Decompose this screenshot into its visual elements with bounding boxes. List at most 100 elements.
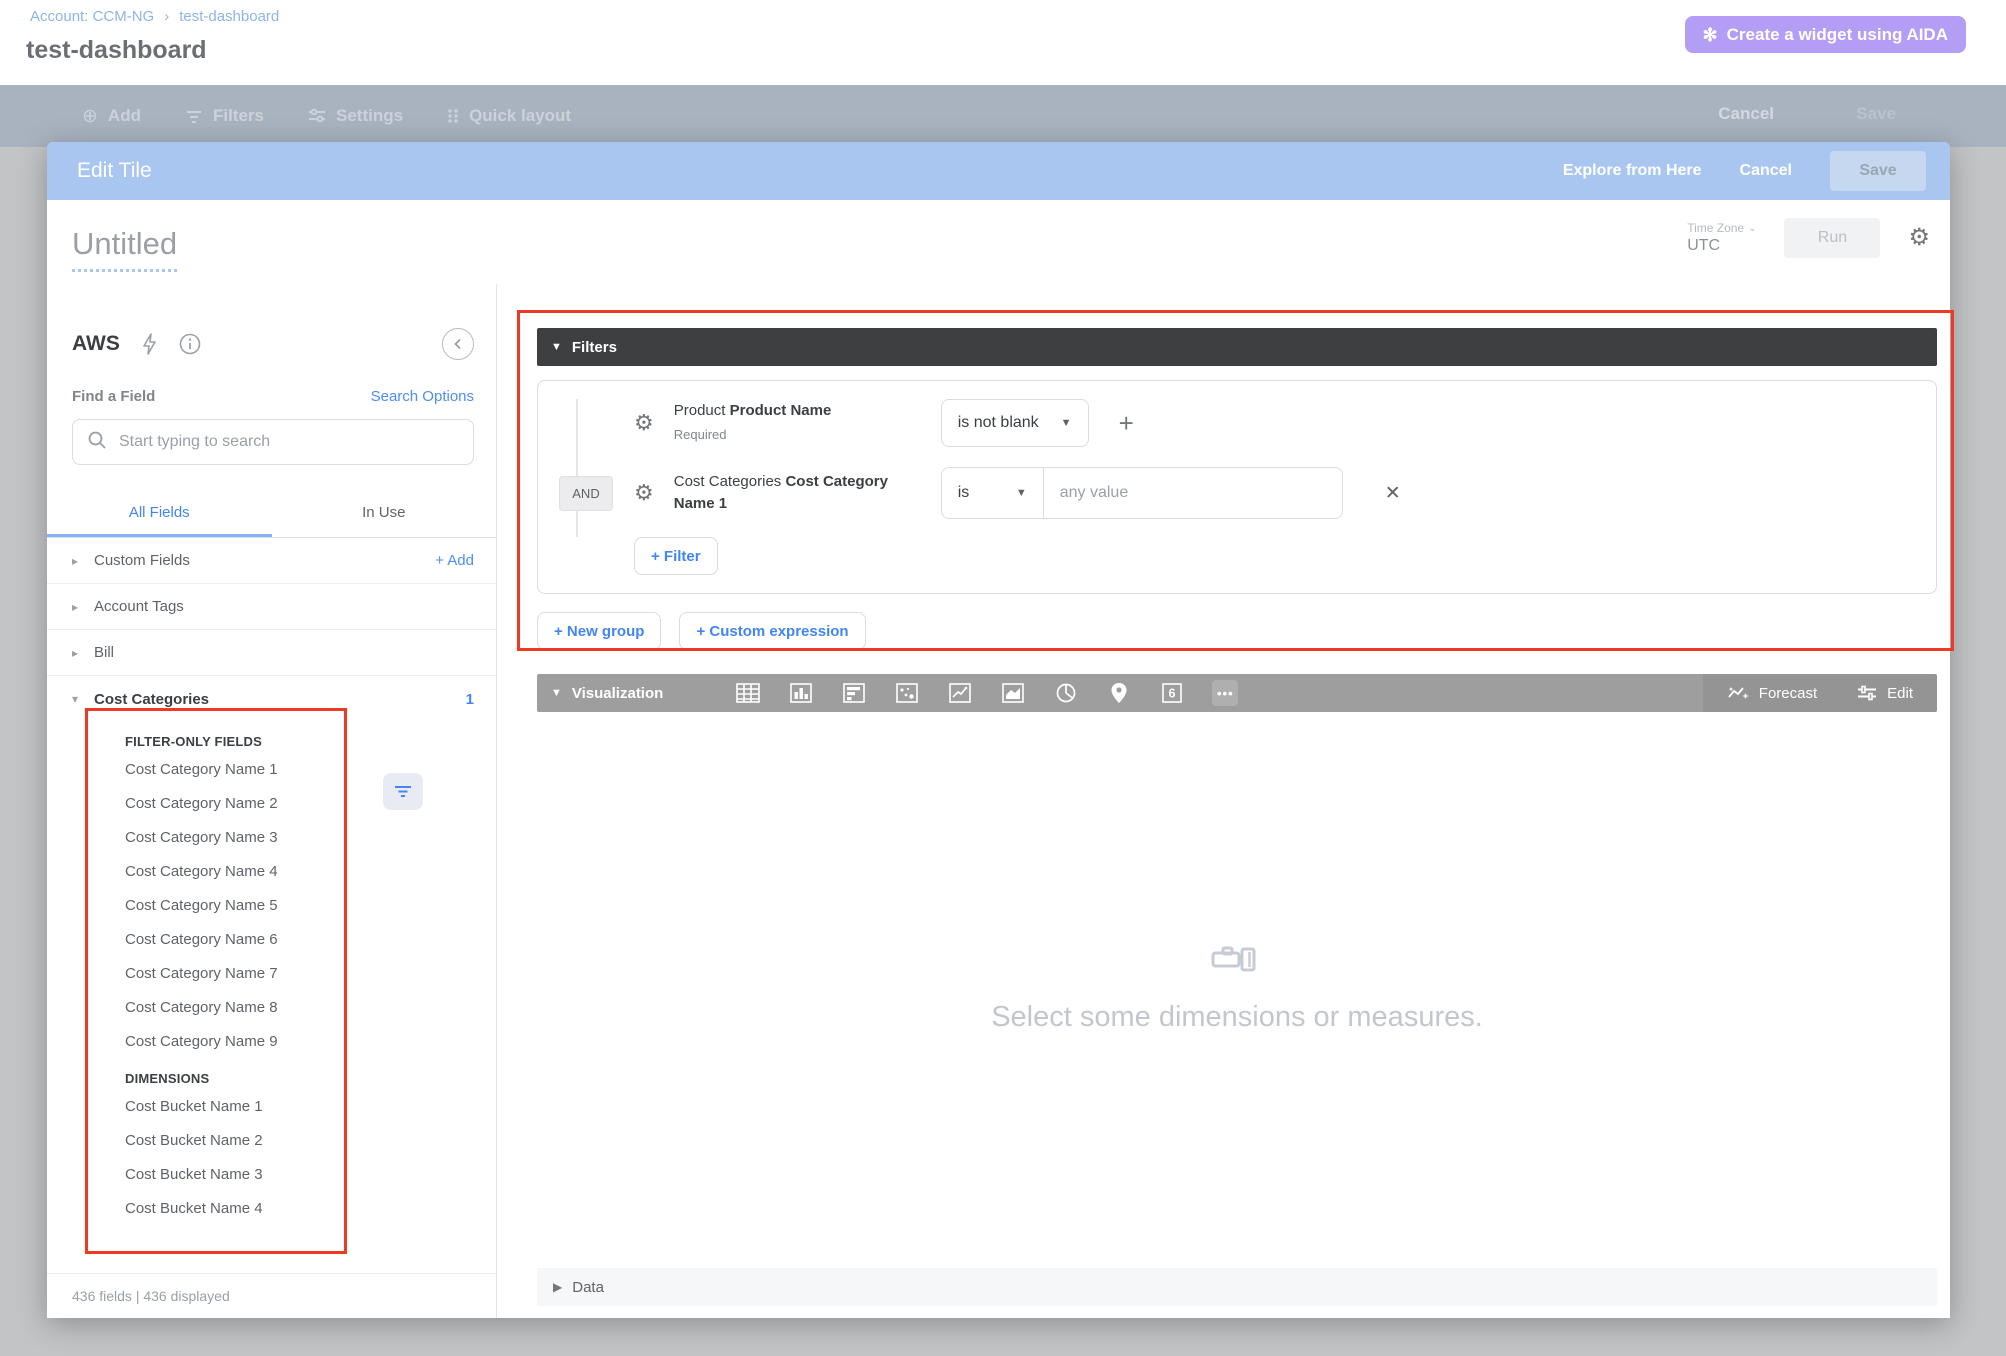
sidebar-section-bill[interactable]: ▸ Bill — [47, 630, 496, 676]
explore-title: AWS — [72, 332, 120, 356]
chevron-down-icon: ▾ — [72, 692, 94, 706]
empty-state-text: Select some dimensions or measures. — [991, 1001, 1483, 1034]
more-icon[interactable]: ••• — [1212, 680, 1238, 706]
visualization-section-header[interactable]: ▼ Visualization — [537, 674, 1937, 712]
filter-settings-gear-icon[interactable]: ⚙ — [634, 482, 654, 504]
chevron-right-icon: ▶ — [553, 1280, 562, 1294]
edit-visualization-button[interactable]: Edit — [1857, 685, 1913, 702]
chevron-right-icon: ▸ — [72, 600, 94, 614]
forecast-sparkle-icon — [1727, 685, 1749, 701]
svg-text:6: 6 — [1169, 687, 1176, 701]
create-widget-aida-button[interactable]: ✻ Create a widget using AIDA — [1685, 16, 1966, 53]
scatter-plot-icon[interactable] — [894, 680, 920, 706]
custom-expression-button[interactable]: + Custom expression — [679, 612, 865, 650]
table-icon[interactable] — [735, 680, 761, 706]
collapse-panel-icon[interactable] — [442, 328, 474, 360]
toolbar-quick-layout-button: Quick layout — [447, 106, 571, 126]
map-pin-icon[interactable] — [1106, 680, 1132, 706]
page-title: test-dashboard — [26, 36, 207, 65]
field-item[interactable]: Cost Category Name 8 — [125, 991, 496, 1025]
filters-section-header[interactable]: ▼ Filters — [537, 328, 1937, 366]
logic-and-badge[interactable]: AND — [559, 476, 612, 511]
field-item[interactable]: Cost Category Name 7 — [125, 957, 496, 991]
field-count-status: 436 fields | 436 displayed — [47, 1273, 496, 1318]
modal-cancel-button[interactable]: Cancel — [1740, 162, 1792, 180]
tile-name-input[interactable]: Untitled — [72, 226, 177, 272]
dimensions-header: DIMENSIONS — [125, 1071, 496, 1086]
single-value-icon[interactable]: 6 — [1159, 680, 1185, 706]
toolbar-filters-button: Filters — [185, 106, 264, 126]
field-filter-active-badge[interactable] — [383, 773, 423, 810]
sidebar-tabs: All Fields In Use — [47, 491, 496, 538]
forecast-button[interactable]: Forecast — [1727, 685, 1817, 702]
run-button[interactable]: Run — [1784, 218, 1880, 258]
drag-grid-icon — [447, 108, 459, 124]
filter-only-fields-header: FILTER-ONLY FIELDS — [125, 734, 496, 749]
app-root: Account: CCM-NG › test-dashboard test-da… — [0, 0, 2006, 1356]
lightning-bolt-icon — [142, 333, 157, 355]
page-header: Account: CCM-NG › test-dashboard test-da… — [0, 0, 2006, 85]
timezone-label: Time Zone — [1687, 221, 1744, 235]
sidebar-section-custom-fields[interactable]: ▸ Custom Fields + Add — [47, 538, 496, 584]
settings-gear-icon[interactable]: ⚙ — [1908, 226, 1930, 250]
add-filter-value-button[interactable]: + — [1119, 408, 1134, 439]
tab-in-use[interactable]: In Use — [272, 491, 497, 537]
chevron-right-icon: ▸ — [72, 554, 94, 568]
toolbar-settings-button: Settings — [308, 106, 403, 126]
field-item[interactable]: Cost Category Name 4 — [125, 855, 496, 889]
search-options-link[interactable]: Search Options — [371, 388, 474, 405]
filter-operator-select[interactable]: is ▼ — [942, 468, 1044, 518]
field-item[interactable]: Cost Category Name 9 — [125, 1025, 496, 1059]
filter-value-input[interactable] — [1044, 468, 1342, 518]
field-search-box[interactable] — [72, 419, 474, 465]
new-group-button[interactable]: + New group — [537, 612, 661, 650]
add-filter-button[interactable]: + Filter — [634, 537, 718, 575]
info-icon[interactable] — [179, 333, 201, 355]
modal-save-button[interactable]: Save — [1830, 151, 1926, 191]
tune-icon — [1857, 685, 1877, 701]
tab-all-fields[interactable]: All Fields — [47, 491, 272, 537]
chevron-down-icon: ⌄ — [1748, 223, 1756, 234]
tile-editor-main: ▼ Filters ⚙ Product Product Name R — [497, 284, 1950, 1318]
breadcrumb-account-link[interactable]: Account: CCM-NG — [30, 8, 154, 25]
filter-settings-gear-icon[interactable]: ⚙ — [634, 412, 654, 434]
field-item[interactable]: Cost Category Name 3 — [125, 821, 496, 855]
filter-operator-select[interactable]: is not blank ▼ — [941, 399, 1089, 447]
aida-button-label: Create a widget using AIDA — [1727, 25, 1948, 45]
field-item[interactable]: Cost Category Name 1 — [125, 753, 496, 787]
field-item[interactable]: Cost Bucket Name 2 — [125, 1124, 496, 1158]
field-search-input[interactable] — [119, 433, 459, 451]
horizontal-bar-chart-icon[interactable] — [841, 680, 867, 706]
breadcrumb-current-link[interactable]: test-dashboard — [179, 8, 279, 25]
field-item[interactable]: Cost Category Name 2 — [125, 787, 496, 821]
toolbar-add-button: ⊕ Add — [82, 105, 141, 128]
search-icon — [87, 430, 107, 455]
line-chart-icon[interactable] — [947, 680, 973, 706]
column-chart-icon[interactable] — [788, 680, 814, 706]
sidebar-section-cost-categories[interactable]: ▾ Cost Categories 1 — [47, 676, 496, 722]
dashboard-cancel-button-dimmed: Cancel — [1718, 104, 1774, 124]
field-item[interactable]: Cost Bucket Name 1 — [125, 1090, 496, 1124]
data-section-header[interactable]: ▶ Data — [537, 1268, 1937, 1306]
chevron-down-icon: ▼ — [1061, 417, 1072, 429]
field-item[interactable]: Cost Bucket Name 3 — [125, 1158, 496, 1192]
area-chart-icon[interactable] — [1000, 680, 1026, 706]
field-item[interactable]: Cost Category Name 5 — [125, 889, 496, 923]
tune-icon — [308, 108, 326, 124]
filter-row-cost-category: AND ⚙ Cost Categories Cost Category Name… — [538, 467, 1936, 519]
field-item[interactable]: Cost Category Name 6 — [125, 923, 496, 957]
field-item[interactable]: Cost Bucket Name 4 — [125, 1192, 496, 1226]
custom-fields-add-link[interactable]: + Add — [435, 552, 474, 569]
sparkle-icon: ✻ — [1703, 26, 1718, 44]
dashboard-save-button-dimmed: Save — [1856, 104, 1896, 124]
remove-filter-button[interactable]: ✕ — [1385, 482, 1401, 505]
filter-row-product-name: ⚙ Product Product Name Required is not b… — [538, 399, 1936, 447]
visualization-empty-state: Select some dimensions or measures. — [537, 712, 1937, 1264]
explore-from-here-link[interactable]: Explore from Here — [1563, 162, 1702, 180]
pie-chart-icon[interactable] — [1053, 680, 1079, 706]
modal-header: Edit Tile Explore from Here Cancel Save — [47, 142, 1950, 200]
chevron-down-icon: ▼ — [1016, 487, 1027, 499]
sidebar-section-account-tags[interactable]: ▸ Account Tags — [47, 584, 496, 630]
timezone-selector[interactable]: Time Zone ⌄ UTC — [1687, 221, 1756, 255]
breadcrumb: Account: CCM-NG › test-dashboard — [30, 8, 279, 25]
